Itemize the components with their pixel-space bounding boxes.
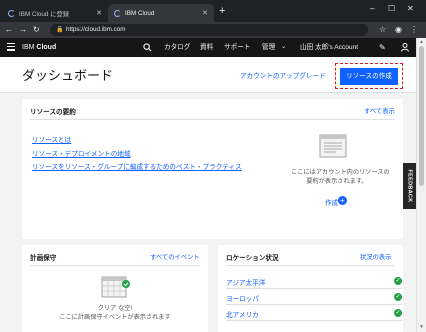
back-icon[interactable]: ← <box>5 25 13 35</box>
check-circle-icon: ✓ <box>394 293 402 301</box>
location-row[interactable]: ヨーロッパ ✓ <box>226 291 402 305</box>
browser-menu-icon[interactable]: ⋮ <box>410 25 418 35</box>
link-what-is-resource[interactable]: リソースとは <box>32 134 71 144</box>
account-switcher[interactable]: 山田 太郎's Account <box>300 38 358 57</box>
divider <box>30 265 200 266</box>
loading-icon <box>8 9 15 17</box>
add-circle-icon[interactable]: + <box>338 196 347 205</box>
check-circle-icon: ✓ <box>394 277 402 285</box>
bookmark-star-icon[interactable]: ☆ <box>379 25 386 35</box>
location-name: アジア太平洋 <box>226 280 266 287</box>
page-scrollbar[interactable]: ▲ ▼ <box>416 38 426 332</box>
feedback-tab[interactable]: FEEDBACK <box>403 163 416 209</box>
browser-tab-bar: IBM Cloud に登録 ✕ IBM Cloud ✕ + – ☐ ✕ <box>0 0 426 22</box>
card-title: リソースの要約 <box>30 109 76 116</box>
location-row[interactable]: アジア太平洋 ✓ <box>226 275 402 289</box>
ibm-cloud-logo[interactable]: IBM Cloud <box>22 38 56 57</box>
tab-label: IBM Cloud <box>125 9 155 17</box>
location-row[interactable]: 北アメリカ ✓ <box>226 307 402 321</box>
check-circle-icon: ✓ <box>394 309 402 317</box>
empty-line-1: クリア な空! <box>97 305 133 312</box>
browser-address-bar: ← → ↻ 🔒 https://cloud.ibm.com ☆ ◉ ⋮ <box>0 22 426 38</box>
loading-icon <box>114 9 121 17</box>
profile-icon[interactable]: ◉ <box>395 25 402 35</box>
tab-label: IBM Cloud に登録 <box>19 10 70 18</box>
url-text: https://cloud.ibm.com <box>66 26 126 33</box>
link-resource-group-best-practices[interactable]: リソースをリソース・グループに編成するためのベスト・プラクティス <box>32 161 242 171</box>
menu-icon[interactable] <box>7 43 15 51</box>
divider <box>30 119 395 120</box>
empty-line-2: 要約が表示されます。 <box>306 178 368 185</box>
card-title: ロケーション状況 <box>226 255 279 262</box>
brand-suffix: Cloud <box>36 44 57 51</box>
nav-docs[interactable]: 資料 <box>200 38 213 57</box>
user-avatar-icon[interactable] <box>401 38 409 57</box>
resource-empty-message: ここにはアカウント内のリソースの 要約が表示されます。 <box>291 168 390 186</box>
divider <box>226 265 395 266</box>
dashboard-page: ダッシュボード アカウントのアップグレード リソースの作成 リソースの要約 すべ… <box>0 57 416 332</box>
create-link[interactable]: 作成 <box>325 197 338 207</box>
resource-illustration-icon <box>319 134 347 158</box>
maximize-icon[interactable]: ☐ <box>388 4 395 14</box>
page-title: ダッシュボード <box>22 68 114 83</box>
dashboard-title-bar: ダッシュボード アカウントのアップグレード リソースの作成 <box>0 57 416 93</box>
scrollbar-thumb[interactable] <box>419 46 424 186</box>
location-status-card: ロケーション状況 状況の表示 アジア太平洋 ✓ ヨーロッパ ✓ 北アメリカ ✓ <box>218 245 403 332</box>
browser-tab-signup[interactable]: IBM Cloud に登録 ✕ <box>2 4 108 22</box>
location-name: ヨーロッパ <box>226 296 259 303</box>
browser-tab-ibm-cloud[interactable]: IBM Cloud ✕ <box>108 4 214 22</box>
view-all-link[interactable]: すべて表示 <box>364 106 395 115</box>
empty-line-2: ここに計画保守イベントが表示されます <box>59 314 171 321</box>
scroll-down-icon[interactable]: ▼ <box>419 324 424 330</box>
window-close-icon[interactable]: ✕ <box>407 4 414 14</box>
planned-maintenance-card: 計画保守 すべてのイベント クリア な空! ここに計画保守イベントが表示されます <box>22 245 208 332</box>
url-field[interactable]: 🔒 https://cloud.ibm.com <box>50 24 368 36</box>
card-title: 計画保守 <box>30 255 57 262</box>
ibm-cloud-header: IBM Cloud カタログ 資料 サポート 管理 ⌄ 山田 太郎's Acco… <box>0 38 416 57</box>
feedback-label: FEEDBACK <box>406 169 413 203</box>
minimize-icon[interactable]: – <box>370 4 374 14</box>
forward-icon[interactable]: → <box>19 25 27 35</box>
location-name: 北アメリカ <box>226 312 259 319</box>
reload-icon[interactable]: ↻ <box>33 25 40 35</box>
chevron-down-icon[interactable]: ⌄ <box>281 38 286 57</box>
close-tab-icon[interactable]: ✕ <box>202 9 208 17</box>
link-deployment-regions[interactable]: リソース・デプロイメントの地域 <box>32 148 131 158</box>
view-status-link[interactable]: 状況の表示 <box>360 252 391 261</box>
create-resource-highlight: リソースの作成 <box>335 63 403 89</box>
edit-icon[interactable]: ✎ <box>379 38 386 57</box>
nav-support[interactable]: サポート <box>224 38 250 57</box>
brand-prefix: IBM <box>22 44 35 51</box>
search-icon[interactable] <box>143 38 152 57</box>
nav-manage[interactable]: 管理 <box>262 38 275 57</box>
maintenance-empty-message: クリア な空! ここに計画保守イベントが表示されます <box>55 304 175 322</box>
nav-catalog[interactable]: カタログ <box>164 38 190 57</box>
all-events-link[interactable]: すべてのイベント <box>150 252 200 261</box>
empty-line-1: ここにはアカウント内のリソースの <box>291 169 390 176</box>
close-tab-icon[interactable]: ✕ <box>96 9 102 17</box>
create-resource-button[interactable]: リソースの作成 <box>340 68 398 85</box>
new-tab-icon[interactable]: + <box>219 6 225 17</box>
scroll-up-icon[interactable]: ▲ <box>419 39 424 45</box>
upgrade-account-link[interactable]: アカウントのアップグレード <box>240 70 326 80</box>
calendar-illustration-icon <box>101 276 130 298</box>
lock-icon: 🔒 <box>56 27 64 33</box>
